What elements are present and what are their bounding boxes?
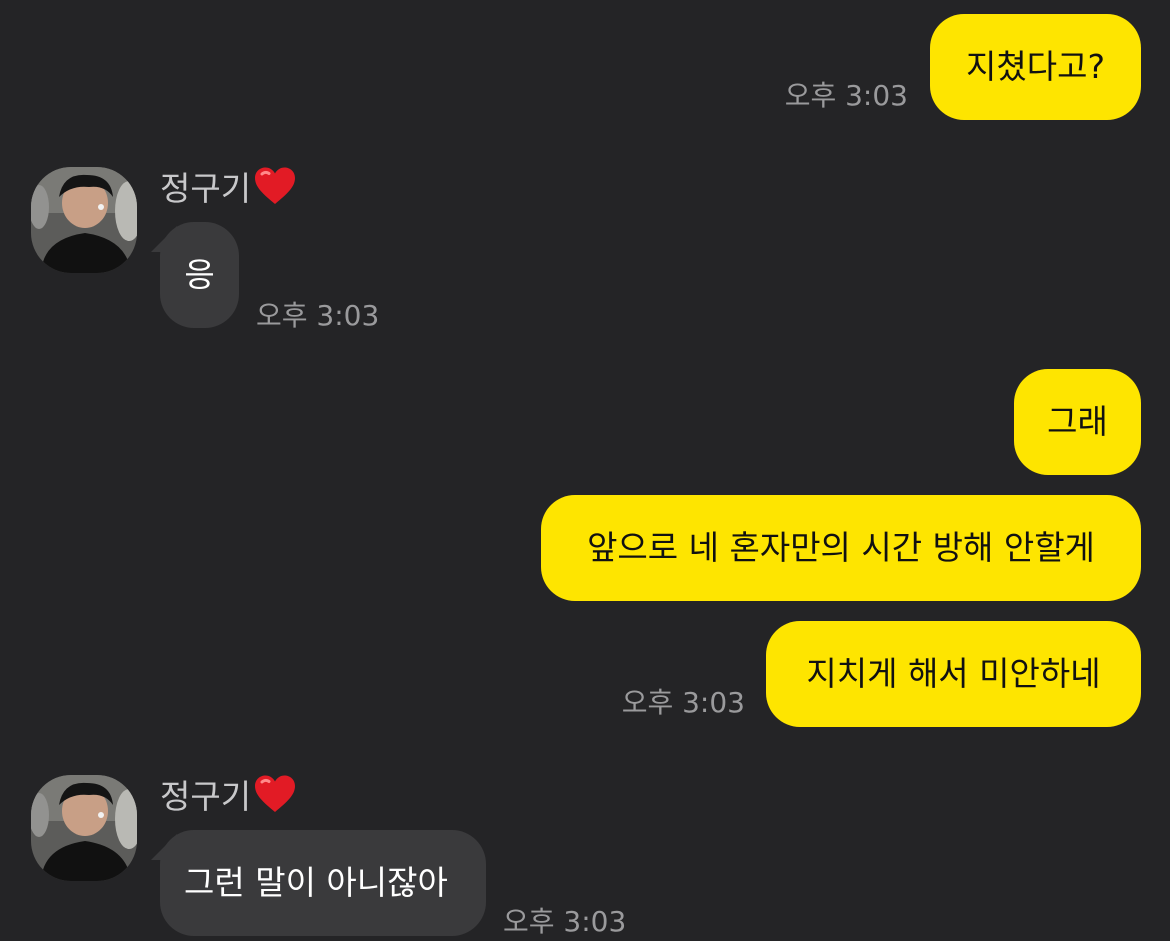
- red-heart-icon: [253, 774, 297, 825]
- my-message-bubble[interactable]: 그래: [1014, 369, 1141, 475]
- sender-name: 정구기: [160, 166, 297, 217]
- my-message-bubble[interactable]: 지치게 해서 미안하네: [766, 621, 1141, 727]
- avatar[interactable]: [31, 775, 137, 881]
- message-text: 앞으로 네 혼자만의 시간 방해 안할게: [587, 528, 1095, 567]
- sender-name: 정구기: [160, 774, 297, 825]
- message-timestamp: 오후 3:03: [784, 79, 908, 112]
- sender-name-text: 정구기: [160, 169, 252, 208]
- message-timestamp: 오후 3:03: [256, 299, 380, 332]
- message-text: 응: [184, 255, 215, 294]
- their-message-bubble[interactable]: 응: [160, 222, 239, 328]
- message-text: 지쳤다고?: [966, 47, 1105, 86]
- message-text: 그래: [1047, 402, 1108, 441]
- avatar-photo: [31, 775, 137, 881]
- my-message-bubble[interactable]: 지쳤다고?: [930, 14, 1141, 120]
- message-timestamp: 오후 3:03: [621, 686, 745, 719]
- avatar[interactable]: [31, 167, 137, 273]
- my-message-bubble[interactable]: 앞으로 네 혼자만의 시간 방해 안할게: [541, 495, 1141, 601]
- message-text: 그런 말이 아니잖아: [184, 863, 448, 902]
- red-heart-icon: [253, 166, 297, 217]
- message-text: 지치게 해서 미안하네: [806, 654, 1101, 693]
- sender-name-text: 정구기: [160, 777, 252, 816]
- their-message-bubble[interactable]: 그런 말이 아니잖아: [160, 830, 486, 936]
- avatar-photo: [31, 167, 137, 273]
- message-timestamp: 오후 3:03: [503, 905, 627, 938]
